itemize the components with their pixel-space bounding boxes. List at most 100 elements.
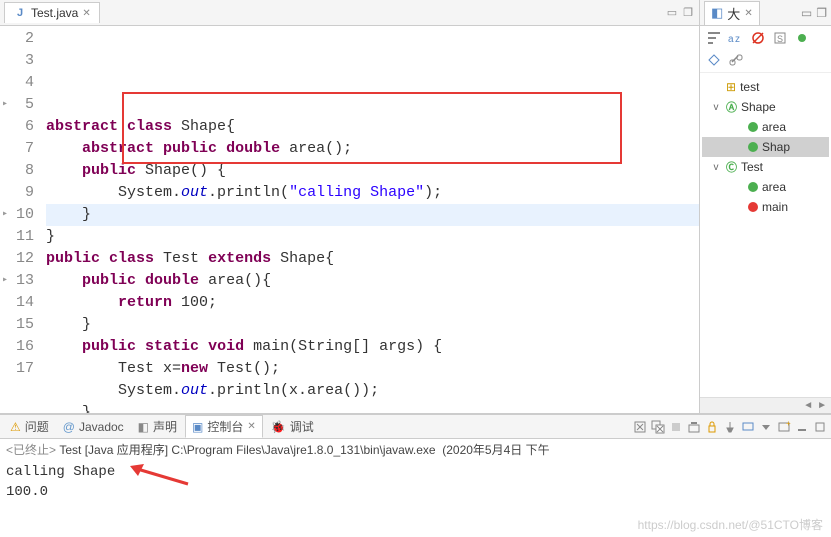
filter-az-icon[interactable]: az	[728, 30, 744, 46]
line-number: 9	[0, 182, 34, 204]
scroll-lock-icon[interactable]	[705, 420, 719, 434]
editor-tab-test-java[interactable]: J Test.java ✕	[4, 2, 100, 23]
outline-item-label: Shap	[762, 140, 790, 154]
code-line[interactable]: }	[46, 402, 699, 413]
svg-text:S: S	[777, 34, 783, 44]
remove-all-icon[interactable]	[651, 420, 665, 434]
sort-icon[interactable]	[706, 30, 722, 46]
outline-scrollbar[interactable]: ◄►	[700, 397, 831, 413]
code-line[interactable]: public Shape() {	[46, 160, 699, 182]
outline-item-test[interactable]: ⊞ test	[702, 77, 829, 97]
tab-javadoc[interactable]: @Javadoc	[57, 418, 130, 436]
public-method-icon	[748, 182, 758, 192]
pin-icon[interactable]	[723, 420, 737, 434]
tab-problems[interactable]: ⚠问题	[4, 416, 55, 437]
code-line[interactable]: public static void main(String[] args) {	[46, 336, 699, 358]
editor-pane: J Test.java ✕ ▭ ❐ 2345678910111213141516…	[0, 0, 700, 413]
abstract-class-icon: Ⓐ	[726, 99, 737, 115]
outline-item-label: area	[762, 120, 786, 134]
expand-icon[interactable]: v	[710, 102, 722, 113]
clear-icon[interactable]	[687, 420, 701, 434]
line-number-gutter: 234567891011121314151617	[0, 26, 42, 413]
console-tabbar: ⚠问题 @Javadoc ◧声明 ▣控制台✕ 🐞调试 +	[0, 415, 831, 439]
editor-tab-actions: ▭ ❐	[667, 6, 693, 19]
code-line[interactable]: abstract class Shape{	[46, 116, 699, 138]
line-number: 3	[0, 50, 34, 72]
hide-fields-icon[interactable]	[750, 30, 766, 46]
editor-tab-label: Test.java	[31, 6, 78, 20]
dropdown-icon[interactable]	[759, 420, 773, 434]
new-console-icon[interactable]: +	[777, 420, 791, 434]
close-icon[interactable]: ✕	[247, 421, 255, 432]
launch-label: Test [Java 应用程序] C:\Program Files\Java\j…	[59, 443, 435, 457]
code-line[interactable]: }	[46, 314, 699, 336]
outline-item-area[interactable]: area	[702, 177, 829, 197]
problems-icon: ⚠	[10, 420, 21, 434]
package-icon: ⊞	[726, 80, 736, 94]
line-number: 13	[0, 270, 34, 292]
line-number: 15	[0, 314, 34, 336]
outline-tab[interactable]: ◧ 大 ✕	[704, 1, 760, 25]
link-icon[interactable]	[728, 52, 744, 68]
code-line[interactable]: abstract public double area();	[46, 138, 699, 160]
declaration-icon: ◧	[138, 420, 149, 434]
line-number: 14	[0, 292, 34, 314]
close-icon[interactable]: ✕	[744, 8, 752, 19]
close-icon[interactable]: ✕	[82, 8, 90, 19]
hide-nonpublic-icon[interactable]	[794, 30, 810, 46]
code-line[interactable]	[46, 94, 699, 116]
code-line[interactable]: return 100;	[46, 292, 699, 314]
tab-debug[interactable]: 🐞调试	[265, 416, 320, 437]
outline-tree[interactable]: ⊞testvⒶShapeareaShapvⒸTestareamain	[700, 73, 831, 221]
svg-text:z: z	[735, 34, 740, 45]
console-toolbar: +	[633, 420, 827, 434]
line-number: 8	[0, 160, 34, 182]
code-line[interactable]: Test x=new Test();	[46, 358, 699, 380]
minimize-icon[interactable]	[795, 420, 809, 434]
expand-icon[interactable]: v	[710, 162, 722, 173]
line-number: 10	[0, 204, 34, 226]
outline-tabbar: ◧ 大 ✕ ▭ ❐	[700, 0, 831, 26]
code-area[interactable]: 234567891011121314151617 abstract class …	[0, 26, 699, 413]
outline-item-shap[interactable]: Shap	[702, 137, 829, 157]
hide-static-icon[interactable]: S	[772, 30, 788, 46]
outline-item-label: main	[762, 200, 788, 214]
code-line[interactable]: public double area(){	[46, 270, 699, 292]
annotation-arrow	[130, 464, 190, 488]
watermark: https://blog.csdn.net/@51CTO博客	[638, 516, 823, 533]
launch-date: (2020年5月4日 下午	[442, 443, 549, 457]
code-line[interactable]: public class Test extends Shape{	[46, 248, 699, 270]
line-number: 5	[0, 94, 34, 116]
display-icon[interactable]	[741, 420, 755, 434]
code-line[interactable]: System.out.println(x.area());	[46, 380, 699, 402]
minimize-icon[interactable]: ▭	[801, 6, 812, 20]
maximize-icon[interactable]	[813, 420, 827, 434]
terminate-icon[interactable]	[669, 420, 683, 434]
tab-console[interactable]: ▣控制台✕	[185, 415, 263, 438]
line-number: 12	[0, 248, 34, 270]
outline-item-label: test	[740, 80, 759, 94]
outline-tab-label: 大	[727, 4, 740, 23]
outline-item-main[interactable]: main	[702, 197, 829, 217]
console-output[interactable]: calling Shape 100.0	[0, 460, 831, 504]
console-header: <已终止> Test [Java 应用程序] C:\Program Files\…	[0, 439, 831, 460]
outline-item-area[interactable]: area	[702, 117, 829, 137]
code-line[interactable]: }	[46, 226, 699, 248]
code-line[interactable]: }	[46, 204, 699, 226]
maximize-icon[interactable]: ❐	[816, 6, 827, 20]
hide-local-icon[interactable]	[706, 52, 722, 68]
outline-item-test[interactable]: vⒸTest	[702, 157, 829, 177]
maximize-icon[interactable]: ❐	[683, 6, 693, 19]
remove-launch-icon[interactable]	[633, 420, 647, 434]
line-number: 7	[0, 138, 34, 160]
public-method-icon	[748, 122, 758, 132]
svg-text:a: a	[728, 34, 734, 45]
editor-tabbar: J Test.java ✕ ▭ ❐	[0, 0, 699, 26]
minimize-icon[interactable]: ▭	[667, 6, 677, 19]
tab-declaration[interactable]: ◧声明	[132, 416, 183, 437]
outline-item-shape[interactable]: vⒶShape	[702, 97, 829, 117]
javadoc-icon: @	[63, 420, 75, 434]
code-line[interactable]: System.out.println("calling Shape");	[46, 182, 699, 204]
code-content[interactable]: abstract class Shape{ abstract public do…	[42, 26, 699, 413]
outline-pane: ◧ 大 ✕ ▭ ❐ az S ⊞testvⒶShapeareaShapvⒸTes…	[700, 0, 831, 413]
